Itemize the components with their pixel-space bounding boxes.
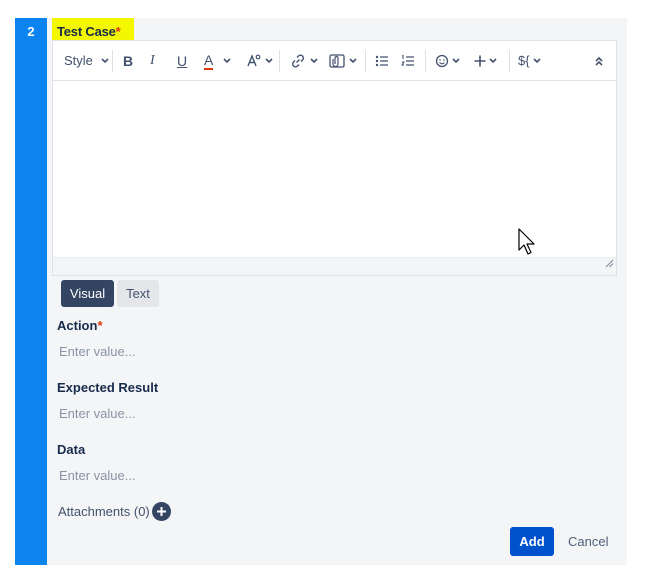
toolbar-separator — [112, 50, 113, 72]
attachments-label: Attachments (0) — [58, 504, 150, 519]
format-text-icon — [245, 52, 263, 70]
insert-button[interactable] — [473, 52, 497, 70]
action-input[interactable] — [52, 336, 617, 366]
underline-button[interactable]: U — [177, 52, 187, 70]
data-label: Data — [57, 442, 86, 457]
test-case-label-text: Test Case — [57, 24, 116, 39]
toolbar-separator — [509, 50, 510, 72]
text-color-label: A — [204, 52, 214, 70]
toolbar-separator — [365, 50, 366, 72]
step-indicator: 2 — [15, 18, 47, 565]
mouse-pointer-icon — [518, 228, 538, 263]
toolbar-separator — [279, 50, 280, 72]
style-dropdown[interactable]: Style — [64, 52, 109, 70]
tab-visual[interactable]: Visual — [61, 280, 114, 307]
required-marker: * — [115, 24, 121, 39]
expected-result-label: Expected Result — [57, 380, 159, 395]
italic-button[interactable]: I — [150, 52, 155, 70]
add-attachment-button[interactable] — [152, 502, 171, 521]
chevron-down-icon — [532, 52, 542, 70]
step-number: 2 — [27, 24, 35, 39]
text-color-button[interactable]: A — [204, 52, 231, 70]
numbered-list-button[interactable] — [400, 52, 416, 70]
plus-icon — [473, 52, 487, 70]
bullet-list-button[interactable] — [374, 52, 390, 70]
chevron-down-icon — [488, 52, 498, 70]
plus-icon — [152, 507, 171, 525]
toolbar-separator — [425, 50, 426, 72]
style-dropdown-label: Style — [64, 53, 93, 68]
emoji-icon — [434, 52, 450, 70]
add-button[interactable]: Add — [510, 527, 554, 556]
chevron-down-icon — [100, 52, 110, 70]
chevron-double-up-icon — [593, 52, 605, 70]
numbered-list-icon — [400, 52, 416, 70]
link-icon — [289, 52, 307, 70]
test-case-label: Test Case* — [57, 24, 121, 39]
action-label-text: Action — [57, 318, 98, 333]
bullet-list-icon — [374, 52, 390, 70]
required-marker: * — [97, 318, 103, 333]
attachment-button[interactable] — [328, 52, 357, 70]
chevron-down-icon — [222, 52, 232, 70]
text-format-button[interactable] — [245, 52, 273, 70]
action-label: Action* — [57, 318, 103, 333]
tab-text[interactable]: Text — [117, 280, 159, 307]
link-button[interactable] — [289, 52, 318, 70]
emoji-button[interactable] — [434, 52, 460, 70]
data-input[interactable] — [52, 460, 617, 490]
cancel-button[interactable]: Cancel — [562, 527, 612, 556]
chevron-down-icon — [348, 52, 358, 70]
resize-handle-icon[interactable] — [605, 255, 614, 273]
bold-button[interactable]: B — [123, 52, 133, 70]
chevron-down-icon — [451, 52, 461, 70]
attachment-icon — [328, 52, 346, 70]
variable-button[interactable]: ${ — [518, 52, 541, 70]
collapse-toolbar-button[interactable] — [593, 52, 605, 70]
variable-label: ${ — [518, 53, 530, 68]
chevron-down-icon — [264, 52, 274, 70]
editor-toolbar: Style B I U A ${ — [53, 41, 616, 81]
expected-result-input[interactable] — [52, 398, 617, 428]
chevron-down-icon — [309, 52, 319, 70]
